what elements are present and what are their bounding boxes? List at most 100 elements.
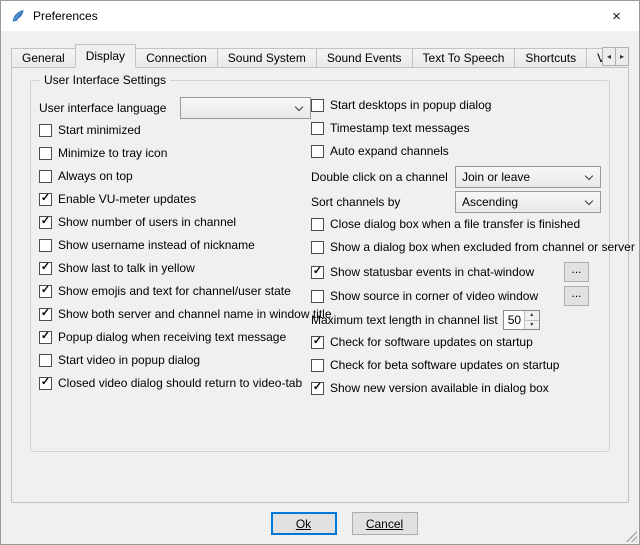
max-text-length-row: Maximum text length in channel list 50 ▴… (311, 310, 601, 330)
checkbox-new-version-dialog[interactable]: ✓ Show new version available in dialog b… (311, 380, 601, 396)
tab-general[interactable]: General (11, 48, 76, 68)
checkbox-box (311, 241, 324, 254)
check-icon: ✓ (41, 308, 50, 319)
checkbox-box: ✓ (39, 216, 52, 229)
chevron-down-icon (585, 171, 593, 179)
statusbar-events-config-button[interactable]: ... (564, 262, 589, 282)
checkbox-box (39, 239, 52, 252)
checkbox-box: ✓ (39, 285, 52, 298)
close-icon: × (612, 8, 621, 25)
dialog-button-row: Ok Cancel (25, 512, 640, 535)
checkbox-box: ✓ (39, 377, 52, 390)
video-source-config-button[interactable]: ... (564, 286, 589, 306)
sort-channels-label: Sort channels by (311, 195, 400, 209)
video-source-row: Show source in corner of video window ..… (311, 286, 601, 306)
checkbox-box: ✓ (39, 193, 52, 206)
spinner-down-icon[interactable]: ▾ (525, 320, 539, 330)
scroll-right-icon: ▸ (620, 52, 624, 61)
checkbox-start-desktops-popup[interactable]: Start desktops in popup dialog (311, 97, 601, 113)
checkbox-statusbar-events[interactable]: ✓ Show statusbar events in chat-window (311, 264, 534, 280)
language-label: User interface language (39, 101, 166, 115)
checkbox-box (39, 170, 52, 183)
checkbox-beta-updates[interactable]: Check for beta software updates on start… (311, 357, 601, 373)
checkbox-start-minimized[interactable]: Start minimized (39, 122, 311, 138)
checkbox-close-filetransfer-dialog[interactable]: Close dialog box when a file transfer is… (311, 216, 601, 232)
checkbox-box (39, 354, 52, 367)
checkbox-box: ✓ (39, 262, 52, 275)
checkbox-timestamp-messages[interactable]: Timestamp text messages (311, 120, 601, 136)
tab-shortcuts[interactable]: Shortcuts (514, 48, 587, 68)
chevron-down-icon (585, 196, 593, 204)
right-column: Start desktops in popup dialog Timestamp… (311, 97, 601, 403)
checkbox-software-updates[interactable]: ✓ Check for software updates on startup (311, 334, 601, 350)
check-icon: ✓ (313, 336, 322, 347)
close-button[interactable]: × (594, 1, 639, 31)
language-combobox[interactable] (180, 97, 311, 119)
spinner-value: 50 (504, 311, 524, 329)
checkbox-box: ✓ (311, 382, 324, 395)
checkbox-box: ✓ (311, 336, 324, 349)
checkbox-box: ✓ (311, 266, 324, 279)
tab-connection[interactable]: Connection (135, 48, 218, 68)
tab-text-to-speech[interactable]: Text To Speech (412, 48, 516, 68)
check-icon: ✓ (313, 382, 322, 393)
window-title: Preferences (33, 9, 98, 23)
display-tab-page: User Interface Settings User interface l… (11, 67, 629, 503)
tab-scroll-left-button[interactable]: ◂ (602, 47, 616, 66)
checkbox-show-user-count[interactable]: ✓ Show number of users in channel (39, 214, 311, 230)
checkbox-show-emojis[interactable]: ✓ Show emojis and text for channel/user … (39, 283, 311, 299)
spinner-up-icon[interactable]: ▴ (525, 311, 539, 320)
spinner-buttons: ▴ ▾ (524, 311, 539, 329)
teamtalk-logo-icon (10, 8, 26, 24)
checkbox-video-source-corner[interactable]: Show source in corner of video window (311, 288, 538, 304)
double-click-value: Join or leave (456, 170, 586, 184)
checkbox-box (311, 122, 324, 135)
checkbox-start-video-popup[interactable]: Start video in popup dialog (39, 352, 311, 368)
group-title: User Interface Settings (40, 73, 170, 87)
checkbox-box (311, 290, 324, 303)
sort-channels-combobox[interactable]: Ascending (455, 191, 601, 213)
check-icon: ✓ (41, 331, 50, 342)
max-text-length-spinner[interactable]: 50 ▴ ▾ (503, 310, 540, 330)
ui-settings-group: User Interface Settings User interface l… (30, 80, 610, 452)
scroll-left-icon: ◂ (607, 52, 611, 61)
double-click-label: Double click on a channel (311, 170, 448, 184)
tab-sound-events[interactable]: Sound Events (316, 48, 413, 68)
check-icon: ✓ (41, 216, 50, 227)
sort-channels-value: Ascending (456, 195, 586, 209)
tab-sound-system[interactable]: Sound System (217, 48, 317, 68)
checkbox-vu-meter-updates[interactable]: ✓ Enable VU-meter updates (39, 191, 311, 207)
checkbox-box (39, 147, 52, 160)
check-icon: ✓ (41, 377, 50, 388)
cancel-button[interactable]: Cancel (352, 512, 418, 535)
checkbox-server-channel-in-title[interactable]: ✓ Show both server and channel name in w… (39, 306, 311, 322)
checkbox-always-on-top[interactable]: Always on top (39, 168, 311, 184)
checkbox-box (311, 145, 324, 158)
check-icon: ✓ (41, 285, 50, 296)
checkbox-box (39, 124, 52, 137)
checkbox-auto-expand-channels[interactable]: Auto expand channels (311, 143, 601, 159)
ok-button[interactable]: Ok (271, 512, 337, 535)
left-column: User interface language Start minimized … (39, 97, 311, 403)
checkbox-box (311, 359, 324, 372)
double-click-combobox[interactable]: Join or leave (455, 166, 601, 188)
preferences-window: Preferences × General Display Connection… (0, 0, 640, 545)
checkbox-last-to-talk-yellow[interactable]: ✓ Show last to talk in yellow (39, 260, 311, 276)
tab-bar: General Display Connection Sound System … (11, 44, 629, 68)
language-row: User interface language (39, 97, 311, 119)
tab-display[interactable]: Display (75, 44, 136, 68)
sort-channels-row: Sort channels by Ascending (311, 191, 601, 213)
max-text-length-label: Maximum text length in channel list (311, 313, 498, 327)
checkbox-show-username[interactable]: Show username instead of nickname (39, 237, 311, 253)
double-click-row: Double click on a channel Join or leave (311, 166, 601, 188)
settings-columns: User interface language Start minimized … (31, 81, 609, 403)
checkbox-minimize-to-tray[interactable]: Minimize to tray icon (39, 145, 311, 161)
titlebar: Preferences × (1, 1, 639, 31)
checkbox-box (311, 218, 324, 231)
checkbox-popup-text-message[interactable]: ✓ Popup dialog when receiving text messa… (39, 329, 311, 345)
check-icon: ✓ (41, 262, 50, 273)
check-icon: ✓ (41, 193, 50, 204)
checkbox-video-return-to-tab[interactable]: ✓ Closed video dialog should return to v… (39, 375, 311, 391)
checkbox-excluded-dialog[interactable]: Show a dialog box when excluded from cha… (311, 239, 601, 255)
tab-scroll-right-button[interactable]: ▸ (615, 47, 629, 66)
